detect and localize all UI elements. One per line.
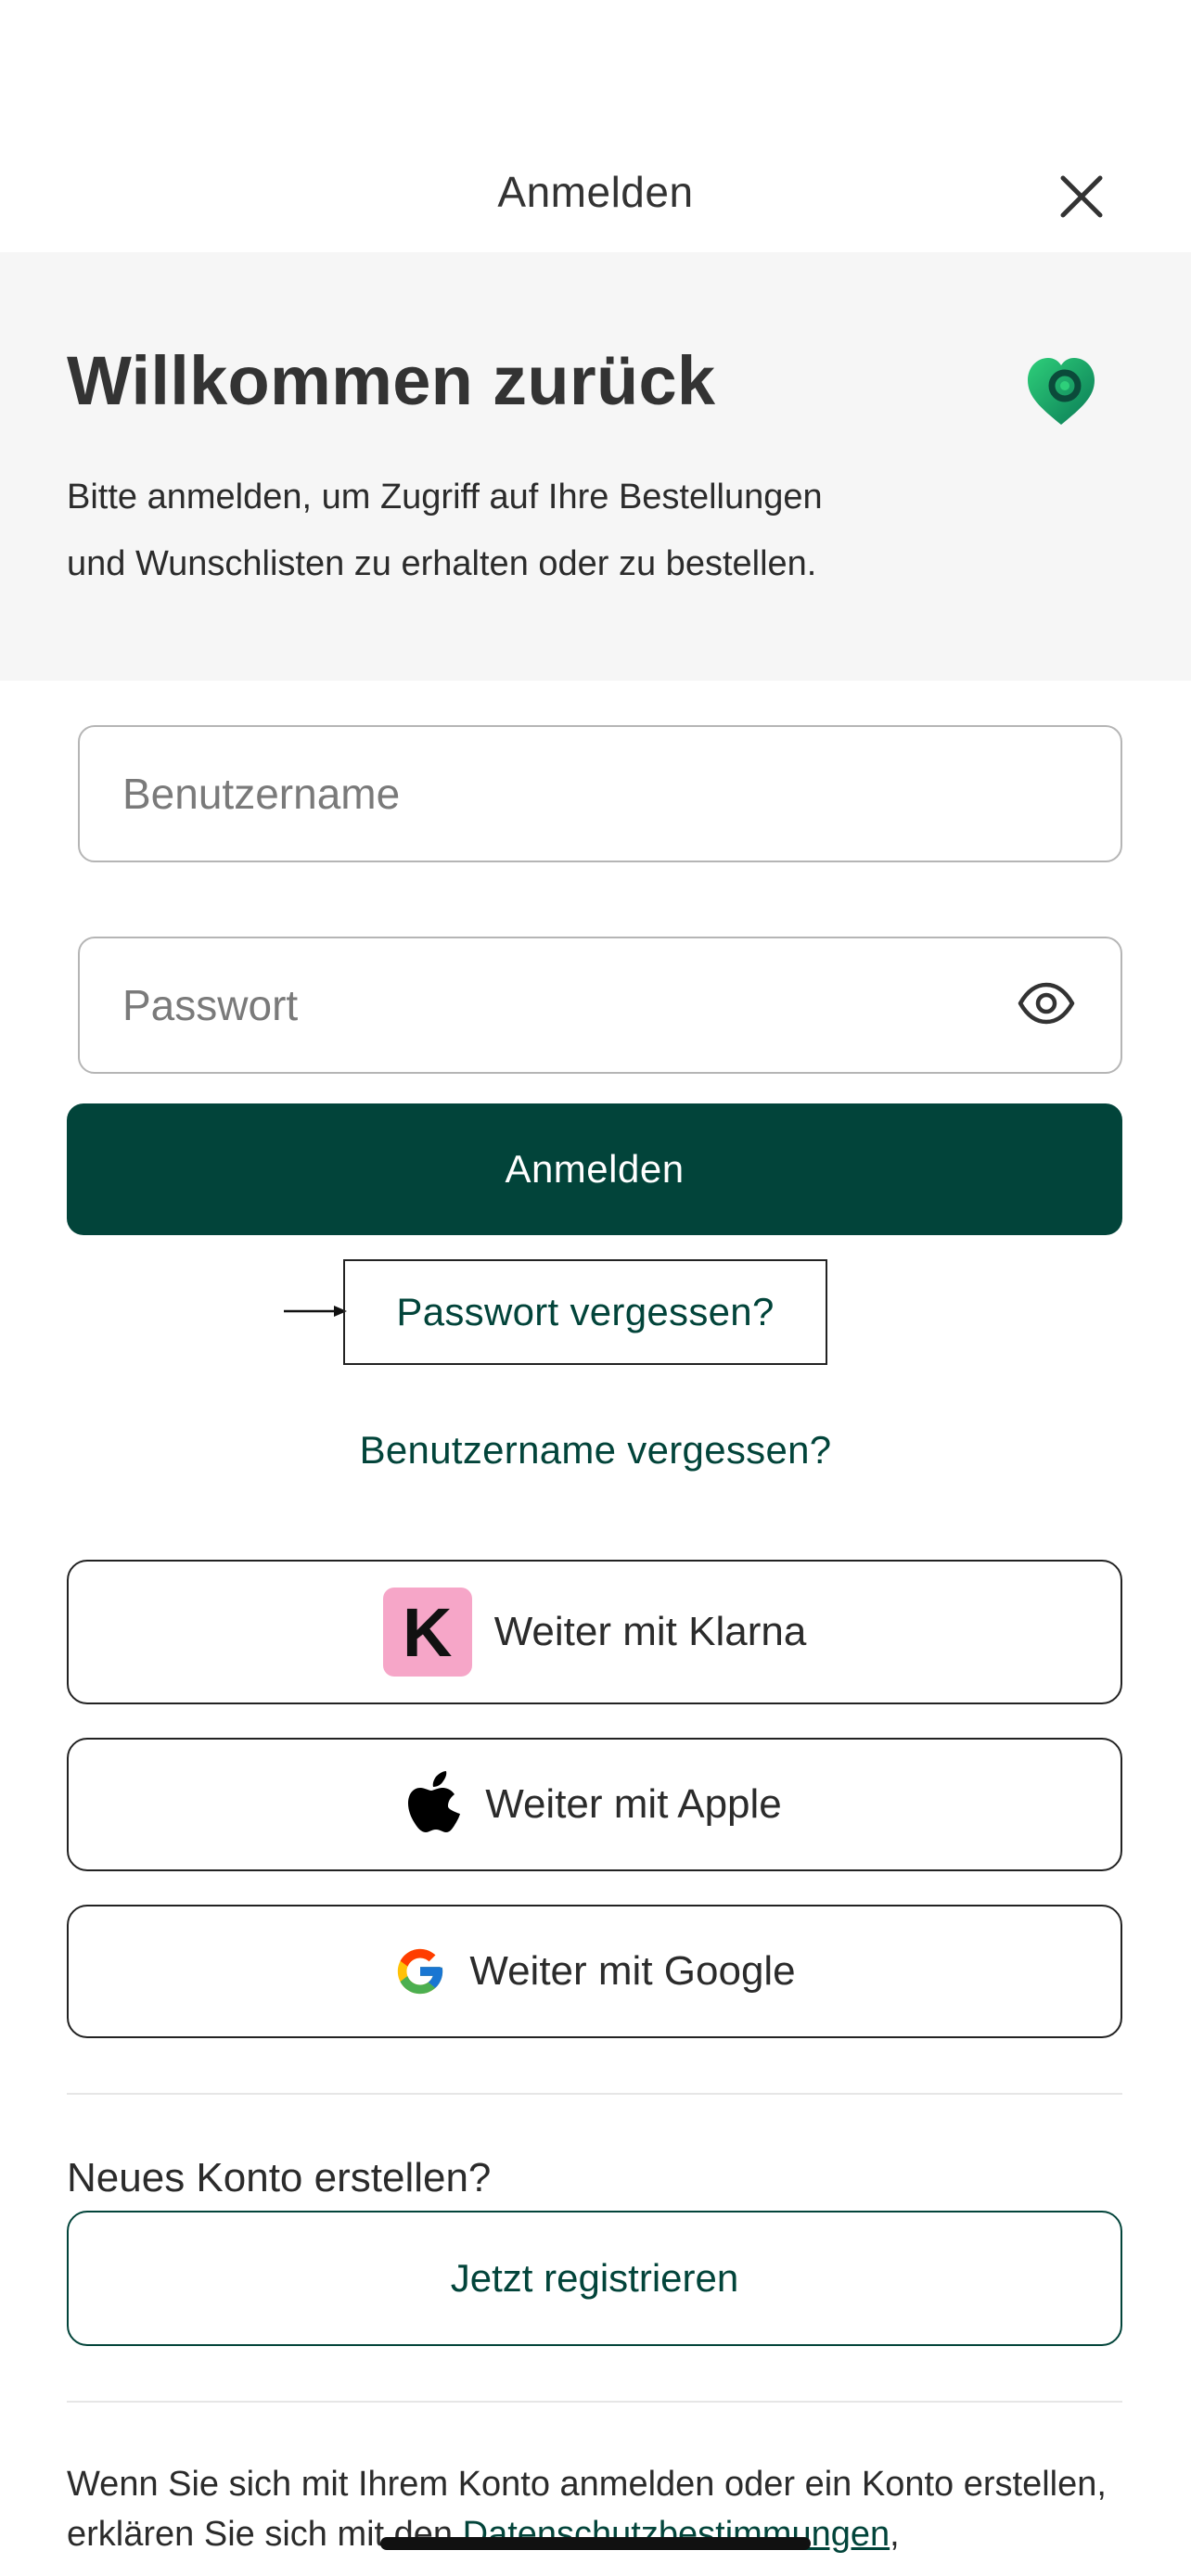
welcome-title: Willkommen zurück: [67, 342, 716, 419]
klarna-login-button[interactable]: K Weiter mit Klarna: [67, 1560, 1122, 1704]
username-field[interactable]: [78, 725, 1122, 862]
login-button[interactable]: Anmelden: [67, 1103, 1122, 1235]
page-title: Anmelden: [497, 168, 694, 216]
status-bar: [0, 0, 1191, 130]
welcome-text-line2: und Wunschlisten zu erhalten oder zu bes…: [67, 544, 817, 583]
header: Anmelden: [0, 130, 1191, 252]
home-indicator: [380, 2537, 811, 2550]
apple-button-label: Weiter mit Apple: [485, 1781, 782, 1827]
login-screen: Anmelden Willkommen zurück Bitte anmelde…: [0, 0, 1191, 2576]
apple-icon: [408, 1771, 461, 1832]
apple-login-button[interactable]: Weiter mit Apple: [67, 1738, 1122, 1871]
password-input[interactable]: [122, 938, 1013, 1072]
klarna-icon: K: [382, 1588, 472, 1677]
google-login-button[interactable]: Weiter mit Google: [67, 1905, 1122, 2038]
new-account-heading: Neues Konto erstellen?: [67, 2155, 492, 2200]
welcome-text-line1: Bitte anmelden, um Zugriff auf Ihre Best…: [67, 478, 823, 516]
heart-logo-icon: [1028, 358, 1095, 425]
divider: [67, 2401, 1122, 2403]
divider: [67, 2093, 1122, 2095]
forgot-password-link[interactable]: Passwort vergessen?: [396, 1290, 774, 1334]
forgot-username-link[interactable]: Benutzername vergessen?: [360, 1428, 832, 1472]
klarna-button-label: Weiter mit Klarna: [493, 1609, 807, 1654]
forgot-username-row: Benutzername vergessen?: [0, 1428, 1191, 1473]
close-icon: [1060, 175, 1103, 218]
google-button-label: Weiter mit Google: [469, 1948, 796, 1994]
username-input[interactable]: [122, 727, 1013, 861]
arrow-right-icon: [284, 1306, 347, 1317]
password-field[interactable]: [78, 937, 1122, 1074]
klarna-logo-letter: K: [402, 1593, 453, 1671]
legal-text-after-link: ,: [890, 2515, 900, 2554]
close-button[interactable]: [1052, 167, 1111, 226]
eye-icon[interactable]: [1017, 974, 1076, 1033]
welcome-description: Bitte anmelden, um Zugriff auf Ihre Best…: [67, 464, 994, 597]
register-button[interactable]: Jetzt registrieren: [67, 2211, 1122, 2346]
welcome-panel: Willkommen zurück Bitte anmelden, um Zug…: [0, 252, 1191, 681]
google-icon: [398, 1948, 443, 1995]
forgot-password-highlight: Passwort vergessen?: [343, 1259, 827, 1365]
